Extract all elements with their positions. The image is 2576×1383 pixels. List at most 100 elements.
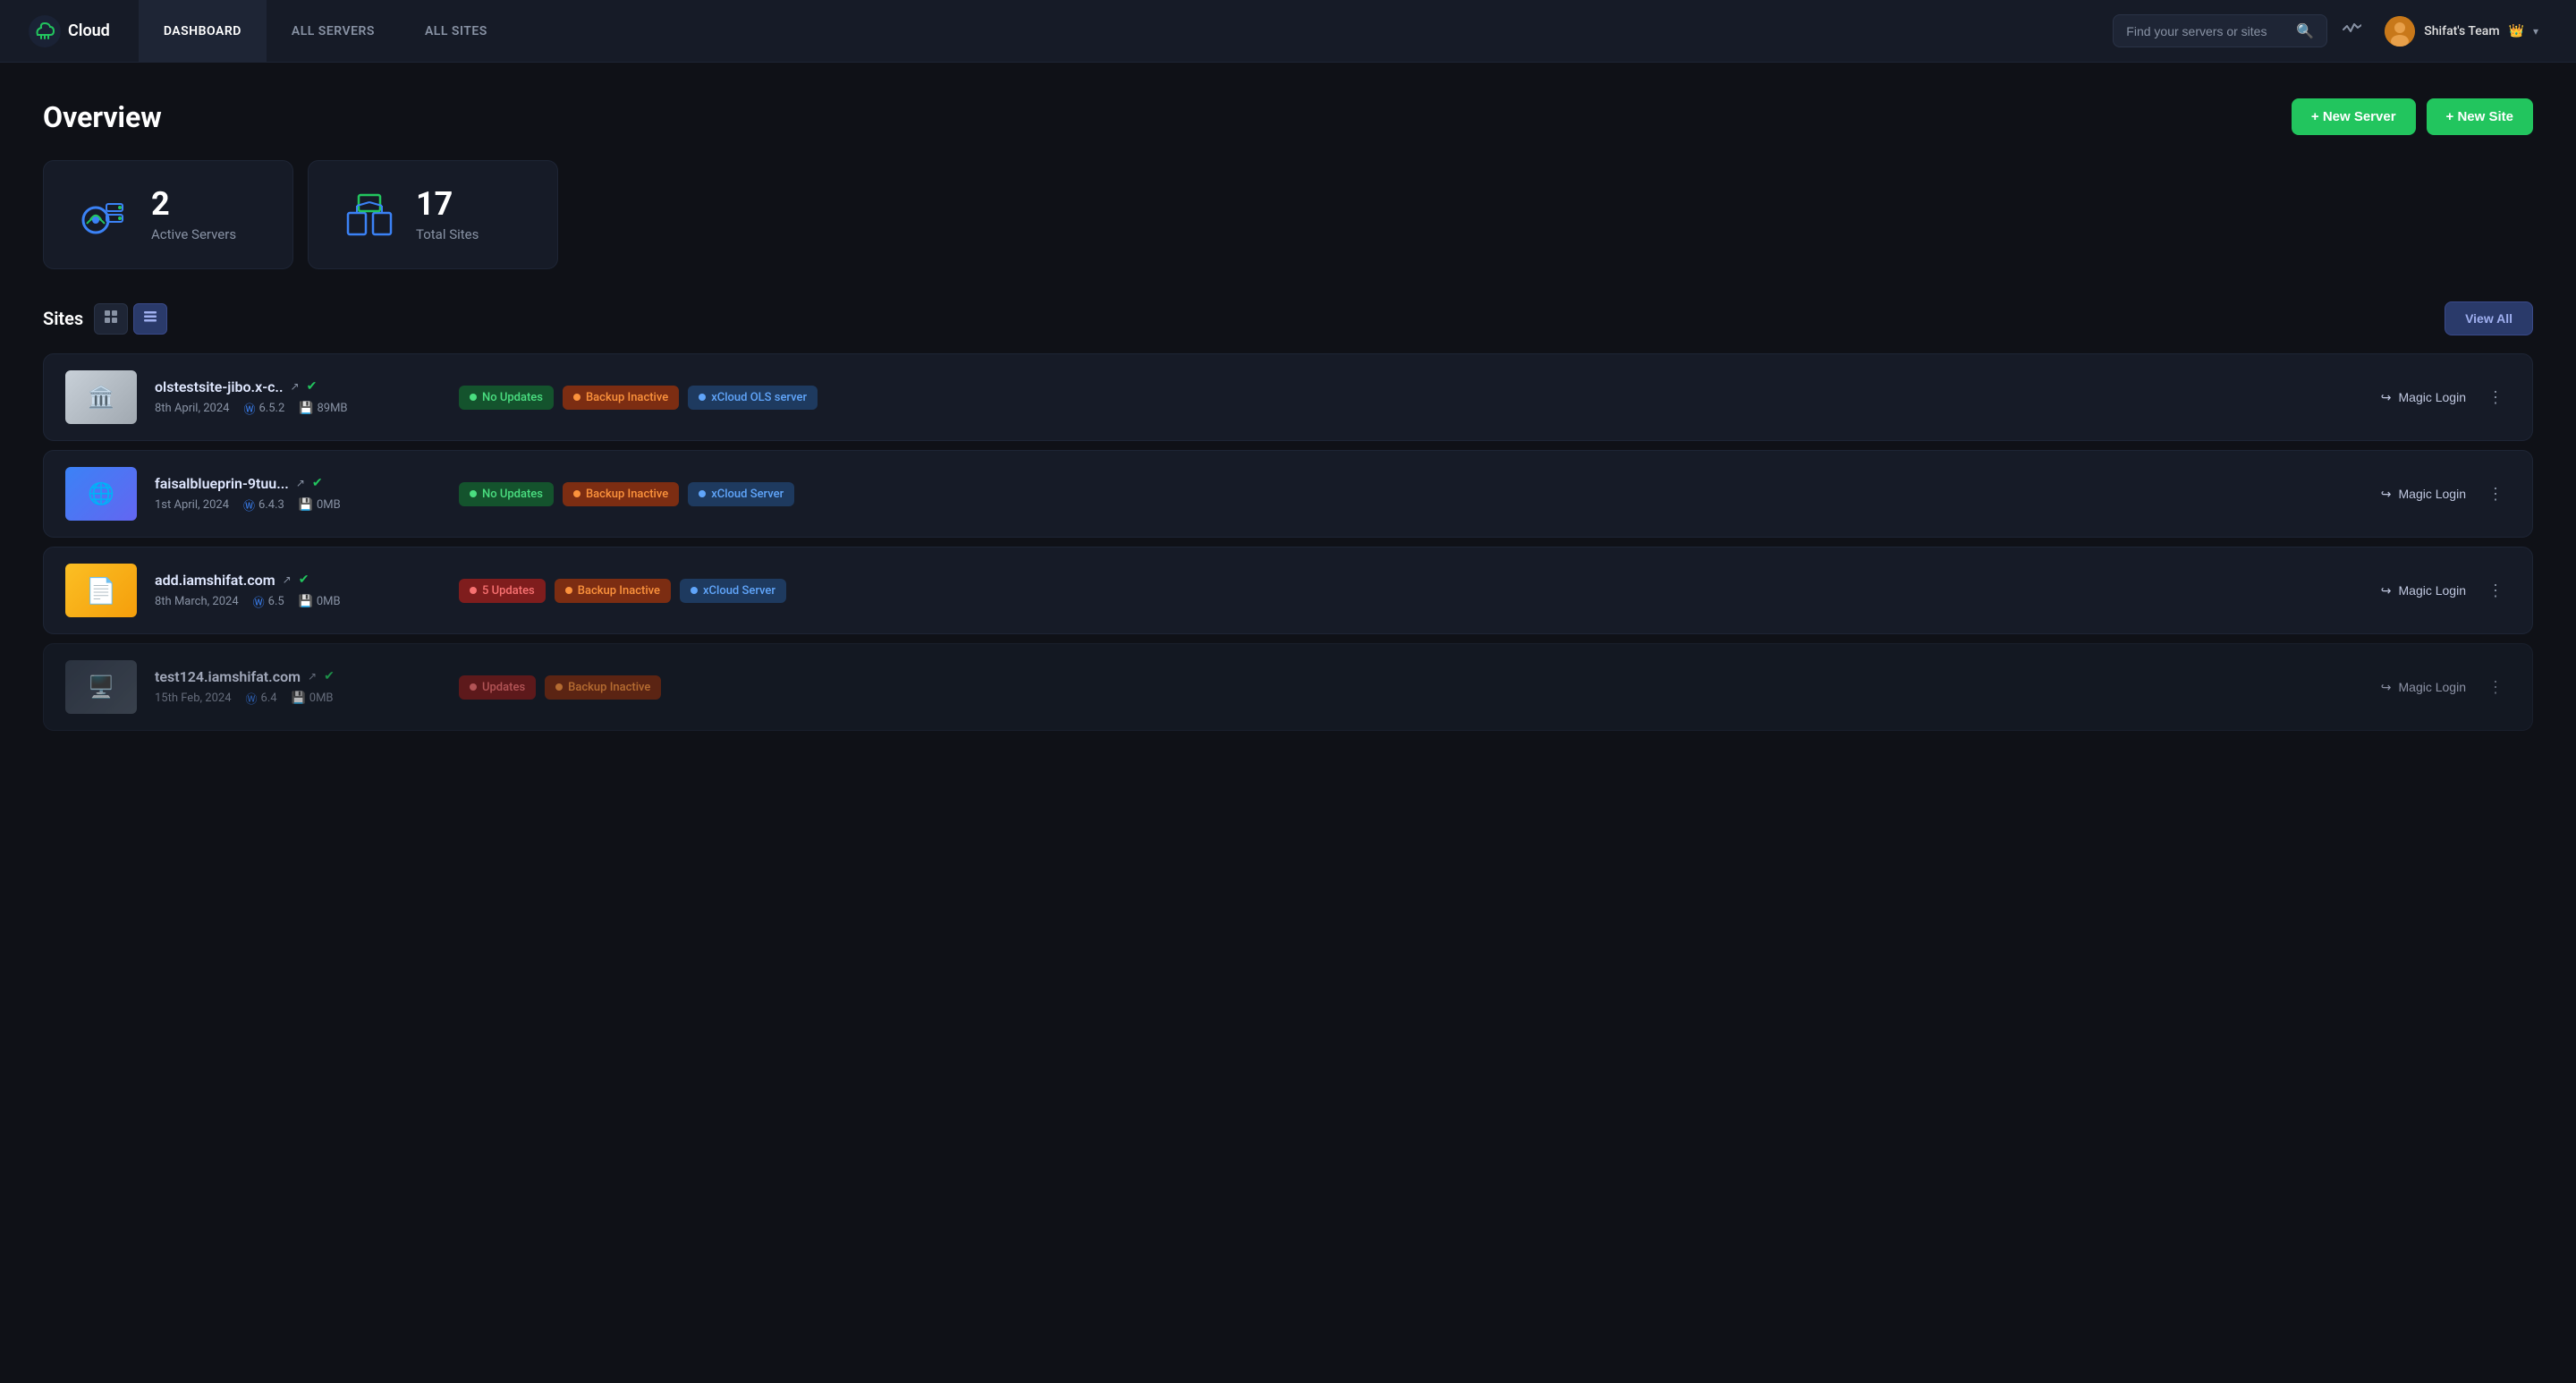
- backup-badge: Backup Inactive: [545, 675, 661, 700]
- site-thumbnail: 🏛️: [65, 370, 137, 424]
- magic-login-icon: ↪: [2381, 583, 2392, 598]
- site-info: faisalblueprin-9tuu... ↗ ✔ 1st April, 20…: [155, 475, 441, 513]
- site-wp-version: Ⓦ 6.5.2: [243, 400, 284, 417]
- search-box[interactable]: 🔍: [2113, 14, 2327, 47]
- sites-list: 🏛️ olstestsite-jibo.x-c.. ↗ ✔ 8th April,…: [43, 353, 2533, 740]
- magic-login-button[interactable]: ↪ Magic Login: [2381, 390, 2466, 405]
- more-options-button[interactable]: ⋮: [2480, 385, 2511, 411]
- site-name-row: test124.iamshifat.com ↗ ✔: [155, 668, 441, 685]
- table-row: 📄 add.iamshifat.com ↗ ✔ 8th March, 2024 …: [43, 547, 2533, 634]
- server-badge: xCloud Server: [688, 482, 794, 506]
- status-badge: No Updates: [459, 386, 554, 410]
- site-name-row: olstestsite-jibo.x-c.. ↗ ✔: [155, 378, 441, 395]
- site-date: 8th April, 2024: [155, 402, 229, 415]
- site-badges: 5 Updates Backup Inactive xCloud Server: [459, 579, 2363, 603]
- wp-icon: Ⓦ: [253, 593, 265, 610]
- new-server-button[interactable]: + New Server: [2292, 98, 2416, 135]
- site-actions: ↪ Magic Login ⋮: [2381, 675, 2511, 700]
- site-actions: ↪ Magic Login ⋮: [2381, 578, 2511, 604]
- external-link-icon[interactable]: ↗: [291, 380, 300, 393]
- site-db-size: 💾 89MB: [299, 402, 347, 415]
- badge-dot: [699, 394, 706, 401]
- magic-login-icon: ↪: [2381, 680, 2392, 695]
- site-db-size: 💾 0MB: [292, 692, 334, 705]
- search-icon: 🔍: [2296, 22, 2314, 39]
- more-options-button[interactable]: ⋮: [2480, 578, 2511, 604]
- site-actions: ↪ Magic Login ⋮: [2381, 481, 2511, 507]
- new-site-button[interactable]: + New Site: [2427, 98, 2533, 135]
- external-link-icon[interactable]: ↗: [296, 477, 305, 489]
- site-date: 15th Feb, 2024: [155, 692, 232, 705]
- site-wp-version: Ⓦ 6.5: [253, 593, 284, 610]
- more-options-button[interactable]: ⋮: [2480, 675, 2511, 700]
- nav-all-servers[interactable]: ALL SERVERS: [267, 0, 400, 63]
- db-icon: 💾: [299, 498, 313, 512]
- magic-login-button[interactable]: ↪ Magic Login: [2381, 487, 2466, 502]
- badge-dot: [470, 394, 477, 401]
- site-meta: 8th March, 2024 Ⓦ 6.5 💾 0MB: [155, 593, 441, 610]
- nav-all-sites[interactable]: ALL SITES: [400, 0, 513, 63]
- status-badge: No Updates: [459, 482, 554, 506]
- view-all-button[interactable]: View All: [2445, 301, 2533, 335]
- action-buttons: + New Server + New Site: [2292, 98, 2533, 135]
- site-info: test124.iamshifat.com ↗ ✔ 15th Feb, 2024…: [155, 668, 441, 707]
- active-servers-label: Active Servers: [151, 226, 236, 242]
- nav-right: 🔍 Shifat's Team 👑 ▾: [2113, 11, 2547, 52]
- sites-icon: [341, 186, 398, 243]
- main-content: Overview + New Server + New Site 2 Activ…: [0, 63, 2576, 776]
- table-row: 🖥️ test124.iamshifat.com ↗ ✔ 15th Feb, 2…: [43, 643, 2533, 731]
- table-row: 🌐 faisalblueprin-9tuu... ↗ ✔ 1st April, …: [43, 450, 2533, 538]
- site-badges: Updates Backup Inactive: [459, 675, 2363, 700]
- magic-login-button[interactable]: ↪ Magic Login: [2381, 583, 2466, 598]
- thumbnail-image: 🖥️: [65, 660, 137, 714]
- magic-login-icon: ↪: [2381, 487, 2392, 502]
- active-servers-info: 2 Active Servers: [151, 187, 236, 242]
- badge-dot: [565, 587, 572, 594]
- crown-icon: 👑: [2509, 24, 2524, 38]
- site-badges: No Updates Backup Inactive xCloud Server: [459, 482, 2363, 506]
- magic-login-button[interactable]: ↪ Magic Login: [2381, 680, 2466, 695]
- server-badge: xCloud Server: [680, 579, 786, 603]
- sites-header: Sites: [43, 301, 2533, 335]
- status-check-icon: ✔: [312, 476, 323, 490]
- badge-dot: [691, 587, 698, 594]
- badge-dot: [555, 683, 563, 691]
- more-options-button[interactable]: ⋮: [2480, 481, 2511, 507]
- nav-dashboard[interactable]: DASHBOARD: [139, 0, 267, 63]
- overview-header: Overview + New Server + New Site: [43, 98, 2533, 135]
- servers-icon: [76, 186, 133, 243]
- site-date: 1st April, 2024: [155, 498, 229, 512]
- user-name: Shifat's Team: [2424, 24, 2499, 38]
- status-check-icon: ✔: [307, 379, 318, 394]
- avatar: [2385, 16, 2415, 47]
- badge-dot: [470, 587, 477, 594]
- badge-dot: [470, 683, 477, 691]
- stats-row: 2 Active Servers 17 Total Sites: [43, 160, 2533, 269]
- site-name: test124.iamshifat.com: [155, 668, 301, 685]
- list-icon: [143, 310, 157, 328]
- activity-icon[interactable]: [2342, 19, 2361, 43]
- site-badges: No Updates Backup Inactive xCloud OLS se…: [459, 386, 2363, 410]
- search-input[interactable]: [2126, 24, 2289, 38]
- site-info: olstestsite-jibo.x-c.. ↗ ✔ 8th April, 20…: [155, 378, 441, 417]
- grid-view-button[interactable]: [94, 303, 128, 335]
- site-thumbnail: 🖥️: [65, 660, 137, 714]
- site-info: add.iamshifat.com ↗ ✔ 8th March, 2024 Ⓦ …: [155, 572, 441, 610]
- site-meta: 8th April, 2024 Ⓦ 6.5.2 💾 89MB: [155, 400, 441, 417]
- logo[interactable]: Cloud: [29, 15, 110, 47]
- site-name-row: faisalblueprin-9tuu... ↗ ✔: [155, 475, 441, 492]
- page-title: Overview: [43, 100, 162, 134]
- site-name-row: add.iamshifat.com ↗ ✔: [155, 572, 441, 589]
- external-link-icon[interactable]: ↗: [283, 573, 292, 586]
- list-view-button[interactable]: [133, 303, 167, 335]
- table-row: 🏛️ olstestsite-jibo.x-c.. ↗ ✔ 8th April,…: [43, 353, 2533, 441]
- total-sites-count: 17: [416, 187, 479, 223]
- site-db-size: 💾 0MB: [299, 595, 341, 608]
- site-name: faisalblueprin-9tuu...: [155, 475, 289, 492]
- nav-links: DASHBOARD ALL SERVERS ALL SITES: [139, 0, 2113, 63]
- user-area[interactable]: Shifat's Team 👑 ▾: [2376, 11, 2547, 52]
- badge-dot: [699, 490, 706, 497]
- chevron-down-icon: ▾: [2533, 25, 2538, 38]
- external-link-icon[interactable]: ↗: [308, 670, 317, 683]
- site-actions: ↪ Magic Login ⋮: [2381, 385, 2511, 411]
